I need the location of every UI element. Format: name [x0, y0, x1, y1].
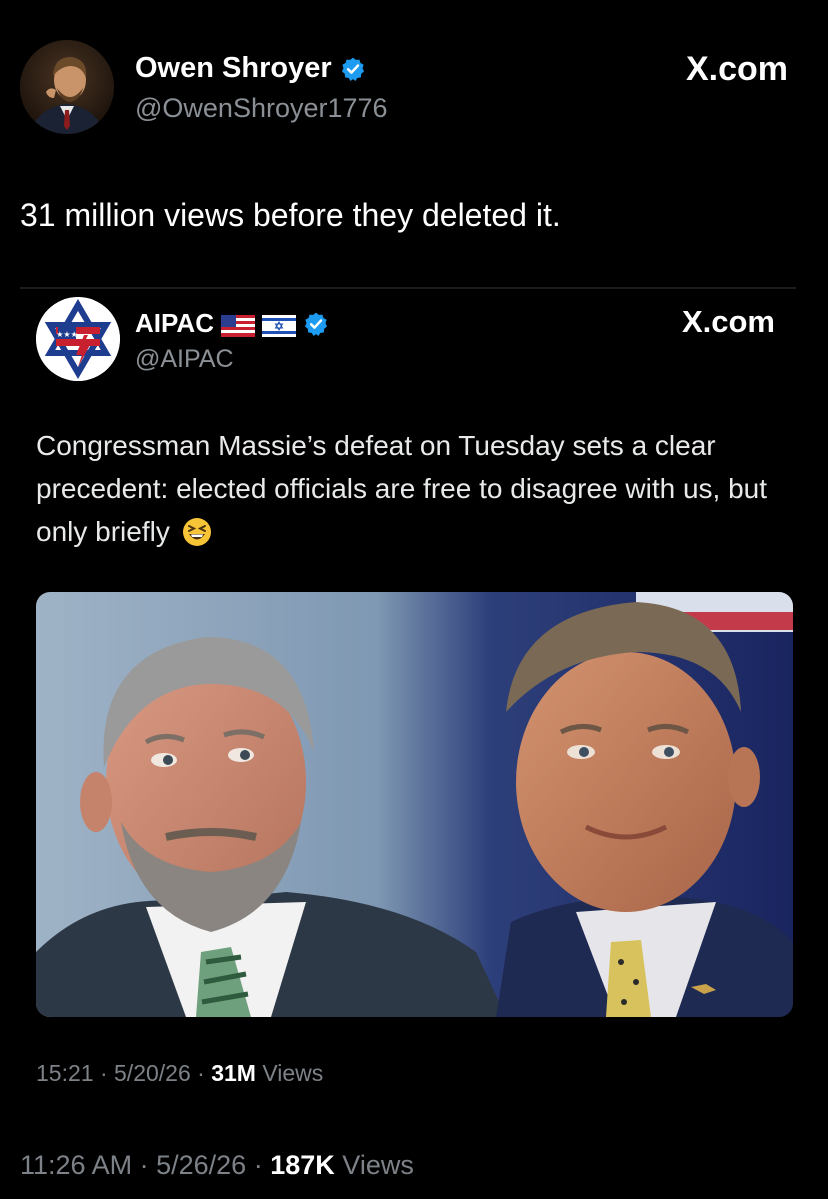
- outer-tweet-views-label: Views: [342, 1150, 414, 1180]
- israel-flag-icon: [261, 313, 296, 337]
- separator: ·: [99, 1060, 108, 1086]
- grinning-squinting-face-icon: [182, 516, 212, 559]
- separator: ·: [139, 1150, 149, 1180]
- tweet-screenshot: Owen Shroyer @OwenShroyer1776 X.com 31 m…: [0, 0, 828, 1199]
- x-com-watermark: X.com: [685, 50, 788, 88]
- outer-author-name-text[interactable]: Owen Shroyer: [135, 52, 332, 85]
- outer-tweet-text: 31 million views before they deleted it.: [20, 197, 561, 233]
- quoted-tweet-views-count: 31M: [211, 1060, 256, 1086]
- quoted-tweet-text: Congressman Massie’s defeat on Tuesday s…: [36, 424, 806, 559]
- quoted-tweet-meta: 15:21 · 5/20/26 · 31M Views: [36, 1060, 323, 1087]
- quoted-tweet-text-body: Congressman Massie’s defeat on Tuesday s…: [36, 430, 768, 547]
- owen-shroyer-avatar[interactable]: [20, 40, 114, 134]
- separator: ·: [197, 1060, 205, 1086]
- tweet-photo[interactable]: [36, 592, 793, 1017]
- verified-badge-icon: [303, 311, 329, 337]
- separator: ·: [253, 1150, 263, 1180]
- outer-author-name[interactable]: Owen Shroyer: [135, 52, 366, 85]
- inner-author-name[interactable]: AIPAC: [135, 308, 329, 339]
- outer-tweet-time[interactable]: 11:26 AM: [20, 1150, 132, 1180]
- us-flag-icon: [220, 313, 255, 337]
- x-com-watermark: X.com: [681, 304, 775, 339]
- inner-author-name-text[interactable]: AIPAC: [135, 308, 214, 339]
- outer-tweet-meta: 11:26 AM · 5/26/26 · 187K Views: [20, 1150, 414, 1181]
- svg-text:★★★: ★★★: [56, 330, 78, 339]
- outer-tweet-views-count: 187K: [270, 1150, 335, 1180]
- quoted-tweet-date[interactable]: 5/20/26: [114, 1060, 191, 1086]
- quoted-tweet-views-label: Views: [262, 1060, 324, 1086]
- inner-author-handle[interactable]: @AIPAC: [135, 345, 234, 374]
- outer-tweet-date[interactable]: 5/26/26: [156, 1150, 246, 1180]
- aipac-avatar[interactable]: ★★★: [36, 297, 120, 381]
- outer-author-handle[interactable]: @OwenShroyer1776: [135, 93, 388, 124]
- divider: [20, 287, 796, 289]
- verified-badge-icon: [340, 56, 366, 82]
- quoted-tweet-time[interactable]: 15:21: [36, 1060, 94, 1086]
